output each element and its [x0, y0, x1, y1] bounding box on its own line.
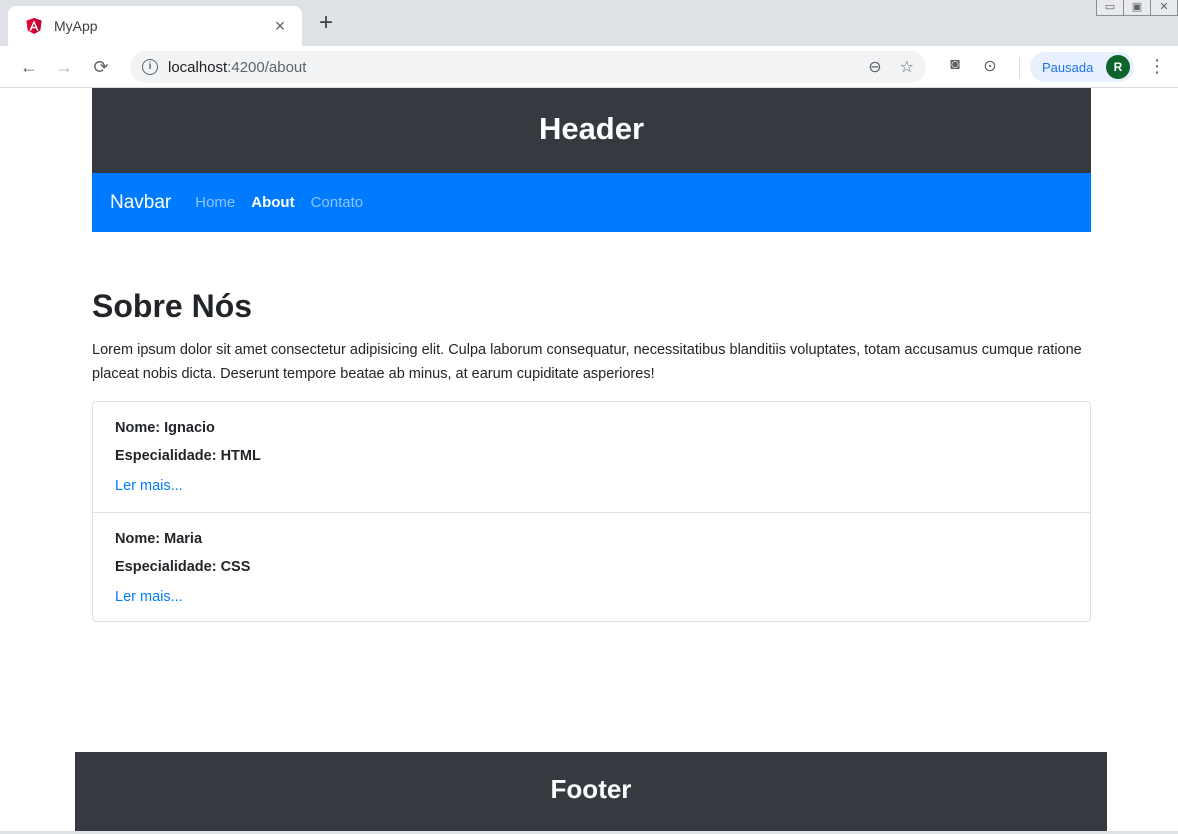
navbar: Navbar Home About Contato	[92, 173, 1091, 232]
close-tab-icon[interactable]: ×	[270, 16, 290, 37]
tab-title: MyApp	[54, 18, 98, 34]
nav-link-contato[interactable]: Contato	[311, 194, 364, 211]
browser-toolbar: ← → ⟳ i localhost:4200/about ⊖ ☆ ◙ ⊙ Pau…	[0, 46, 1178, 88]
person-specialty: Especialidade: HTML	[115, 448, 261, 464]
maximize-icon[interactable]: ▣	[1123, 0, 1151, 16]
list-item: Nome: Maria Especialidade: CSS Ler mais.…	[93, 512, 1090, 622]
camera-icon[interactable]: ◙	[944, 56, 966, 74]
forward-icon[interactable]: →	[51, 54, 77, 80]
navbar-brand[interactable]: Navbar	[110, 192, 171, 214]
minimize-icon[interactable]: ▭	[1096, 0, 1124, 16]
read-more-link[interactable]: Ler mais...	[115, 581, 1068, 613]
close-window-icon[interactable]: ✕	[1150, 0, 1178, 16]
reload-icon[interactable]: ⟳	[88, 54, 114, 80]
person-name: Nome: Maria	[115, 531, 203, 547]
browser-tab[interactable]: MyApp ×	[8, 6, 302, 46]
page-header: Header	[92, 88, 1091, 173]
toolbar-divider	[1019, 58, 1020, 78]
page-footer: Footer	[75, 752, 1107, 834]
menu-icon[interactable]: ⋮	[1148, 56, 1166, 77]
profile-label: Pausada	[1042, 59, 1094, 75]
url-path: :4200/about	[227, 58, 307, 76]
star-icon[interactable]: ☆	[900, 57, 914, 77]
profile-button[interactable]: Pausada R	[1030, 52, 1134, 82]
new-tab-button[interactable]: +	[312, 9, 340, 37]
tab-strip: MyApp × + ▭ ▣ ✕	[0, 0, 1178, 46]
avatar: R	[1106, 55, 1130, 79]
window-controls: ▭ ▣ ✕	[1096, 0, 1178, 16]
page-title: Sobre Nós	[92, 288, 253, 324]
people-list: Nome: Ignacio Especialidade: HTML Ler ma…	[92, 401, 1091, 622]
person-name: Nome: Ignacio	[115, 420, 215, 436]
nav-link-home[interactable]: Home	[195, 194, 235, 211]
nav-link-about[interactable]: About	[251, 194, 294, 211]
about-paragraph: Lorem ipsum dolor sit amet consectetur a…	[92, 342, 1082, 382]
list-item: Nome: Ignacio Especialidade: HTML Ler ma…	[93, 402, 1090, 512]
url-host: localhost	[168, 58, 228, 76]
back-icon[interactable]: ←	[16, 54, 42, 80]
read-more-link[interactable]: Ler mais...	[115, 470, 1068, 502]
info-icon[interactable]: i	[142, 59, 158, 75]
person-specialty: Especialidade: CSS	[115, 559, 251, 575]
extension-icon[interactable]: ⊙	[979, 56, 1001, 76]
address-bar[interactable]: i localhost:4200/about ⊖ ☆	[130, 51, 926, 83]
zoom-icon[interactable]: ⊖	[868, 57, 881, 77]
angular-favicon	[26, 18, 42, 34]
